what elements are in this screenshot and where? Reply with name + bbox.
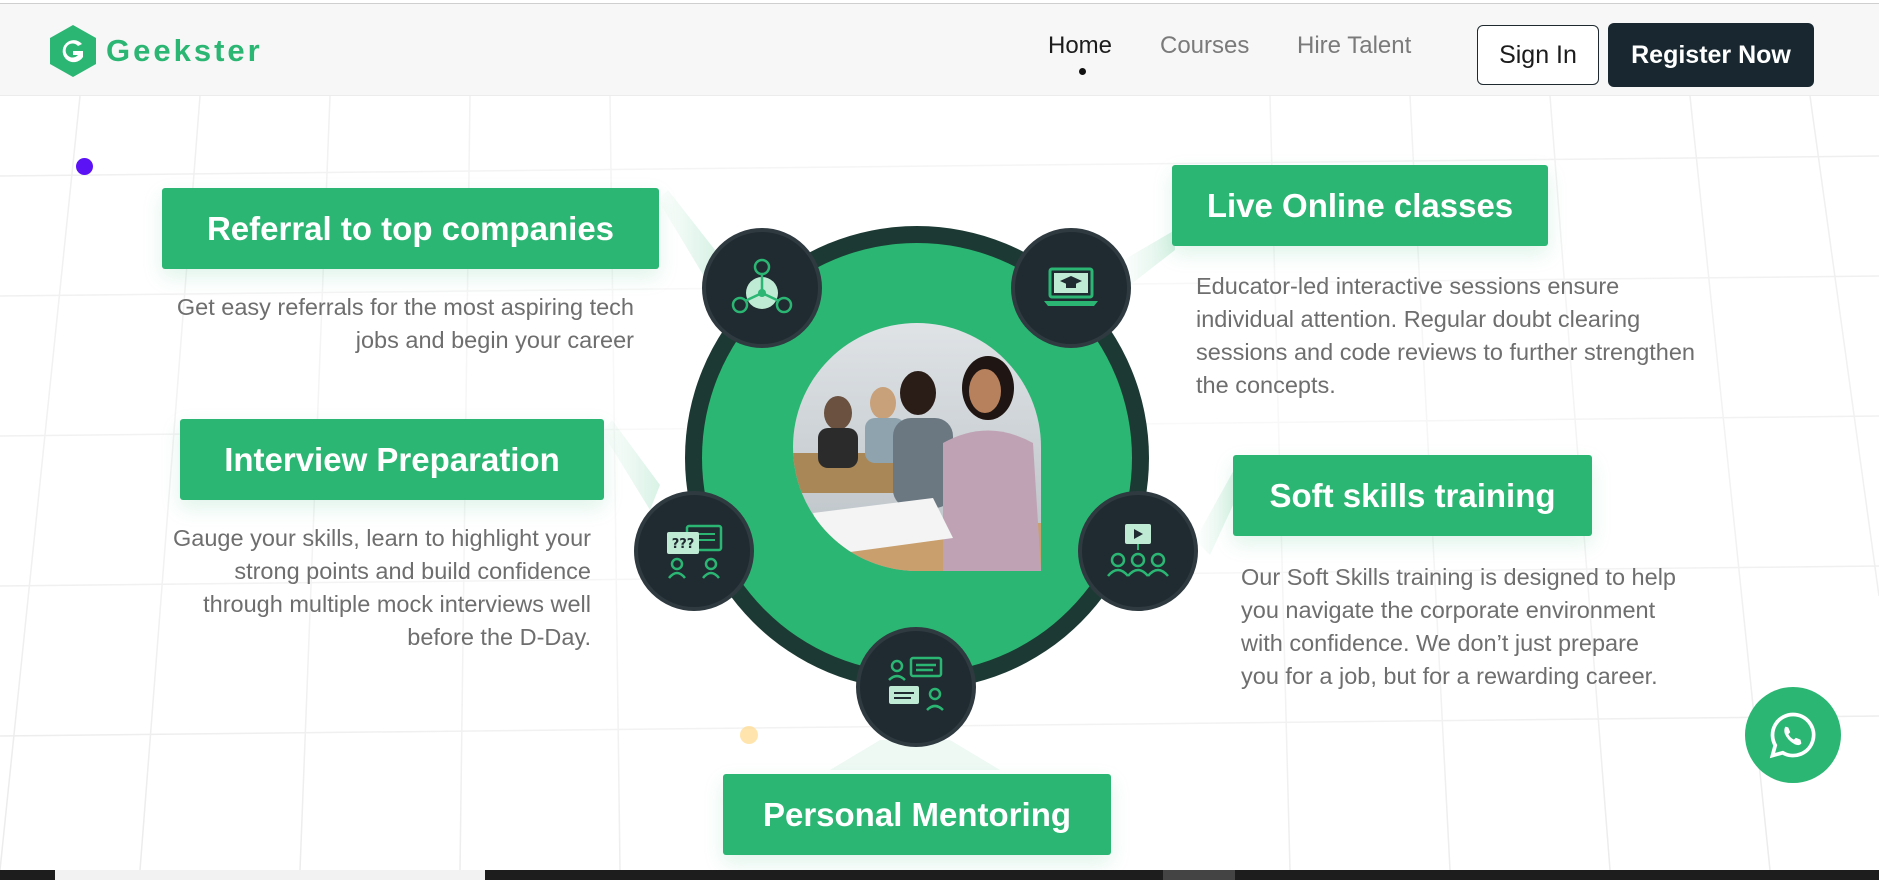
interview-chat-icon: ??? [667, 524, 723, 579]
whatsapp-icon [1769, 712, 1816, 759]
interview-desc-line: through multiple mock interviews well [203, 591, 591, 617]
mentoring-card-title: Personal Mentoring [723, 774, 1111, 855]
soft-skills-description: Our Soft Skills training is designed to … [1241, 561, 1741, 693]
taskbar-search-box[interactable] [55, 870, 485, 880]
interview-description: Gauge your skills, learn to highlight yo… [100, 522, 591, 654]
students-photo [793, 323, 1041, 571]
referral-icon-badge [702, 228, 822, 348]
interview-card-title: Interview Preparation [180, 419, 604, 500]
mentoring-chat-icon [888, 656, 944, 711]
soft-skills-card-title: Soft skills training [1233, 455, 1592, 536]
live-desc-line: sessions and code reviews to further str… [1196, 339, 1695, 365]
os-taskbar [0, 870, 1879, 880]
soft-skills-icon-badge [1078, 491, 1198, 611]
interview-desc-line: Gauge your skills, learn to highlight yo… [173, 525, 591, 551]
live-desc-line: individual attention. Regular doubt clea… [1196, 306, 1641, 332]
referral-description: Get easy referrals for the most aspiring… [120, 291, 634, 357]
svg-text:???: ??? [672, 537, 695, 552]
live-classes-description: Educator-led interactive sessions ensure… [1196, 270, 1756, 402]
live-classes-card-title: Live Online classes [1172, 165, 1548, 246]
live-classes-icon-badge [1011, 228, 1131, 348]
referral-desc-line: jobs and begin your career [355, 327, 634, 353]
live-desc-line: Educator-led interactive sessions ensure [1196, 273, 1620, 299]
live-desc-line: the concepts. [1196, 372, 1336, 398]
referral-card-title: Referral to top companies [162, 188, 659, 269]
interview-desc-line: before the D-Day. [407, 624, 591, 650]
soft-desc-line: you for a job, but for a rewarding caree… [1241, 663, 1658, 689]
soft-desc-line: you navigate the corporate environment [1241, 597, 1656, 623]
referral-desc-line: Get easy referrals for the most aspiring… [176, 294, 634, 320]
mentoring-icon-badge [856, 627, 976, 747]
interview-desc-line: strong points and build confidence [234, 558, 591, 584]
interview-icon-badge: ??? [634, 491, 754, 611]
soft-desc-line: Our Soft Skills training is designed to … [1241, 564, 1676, 590]
soft-desc-line: with confidence. We don’t just prepare [1241, 630, 1639, 656]
taskbar-active-app[interactable] [1163, 870, 1235, 880]
presentation-group-icon [1107, 524, 1169, 577]
laptop-graduation-icon [1044, 267, 1098, 306]
whatsapp-button[interactable] [1745, 687, 1841, 783]
network-people-icon [731, 258, 793, 314]
